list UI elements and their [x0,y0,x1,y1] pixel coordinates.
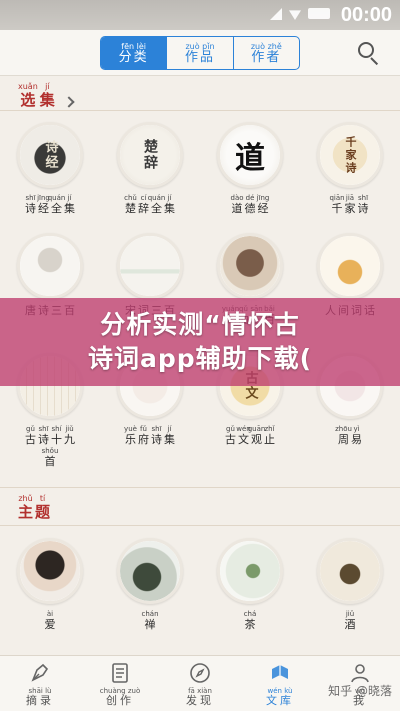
status-bar: 00:00 [0,0,400,30]
nav-label: 创作 [106,694,134,707]
item-label: gǔ 古 shī 诗 shí 十 jiǔ 九 [25,425,75,446]
nav-tab[interactable]: fā xiàn 发现 [160,656,240,711]
collection-cover: 诗经 [17,122,83,188]
overlay-banner: 分析实测“情怀古 诗词app辅助下载( [0,298,400,386]
overlay-line-1: 分析实测“情怀古 [100,310,300,339]
signal-icon [270,8,282,20]
item-label: yuè 乐 fǔ 府 shī 诗 jí 集 [124,425,175,446]
status-time: 00:00 [340,4,392,26]
topic-item[interactable]: ài 爱 [0,538,100,631]
document-icon [108,661,132,685]
nav-label: 摘录 [26,694,54,707]
battery-icon [308,8,330,19]
item-label: chán 禅 [141,610,159,631]
watermark: 知乎 @晓落 [328,684,392,698]
item-label: chá 茶 [243,610,257,631]
selection-heading[interactable]: xuǎn 选 jí 集 [18,82,75,109]
status-icons [270,8,330,20]
segment-authors[interactable]: zuò zhě 作者 [232,37,299,69]
collection-cover [217,233,283,299]
books-icon [268,661,292,685]
topic-cover [17,538,83,604]
item-label: chǔ 楚 cí 辞 quán 全 jí 集 [124,194,175,215]
topic-cover [217,538,283,604]
compass-icon [188,661,212,685]
collection-cover: 楚辞 [117,122,183,188]
topic-cover [317,538,383,604]
segment-label: 作品 [184,49,215,65]
item-label: gǔ 古 wén 文 guān 观 zhǐ 止 [225,425,275,446]
collection-cover [317,233,383,299]
nav-tab[interactable]: shāi lù 摘录 [0,656,80,711]
segment-works[interactable]: zuò pǐn 作品 [166,37,232,69]
topic-item[interactable]: chá 茶 [200,538,300,631]
collection-cover [17,233,83,299]
segment-label: 作者 [251,49,282,65]
item-label: zhōu 周 yì 易 [335,425,362,446]
cover-title: 诗经 [42,140,58,170]
topic-cover [117,538,183,604]
divider [0,487,400,488]
collection-item[interactable]: 千家诗 qiān 千 jiā 家 shī 诗 [300,122,400,215]
wifi-icon [289,10,301,20]
collection-cover [117,233,183,299]
divider [0,525,400,526]
search-icon[interactable] [356,40,382,66]
segment-category[interactable]: fēn lèi 分类 [101,37,167,69]
nav-tab[interactable]: chuàng zuò 创作 [80,656,160,711]
item-label: jiǔ 酒 [344,610,356,631]
item-label: dào 道 dé 德 jīng 经 [230,194,270,215]
top-header: fēn lèi 分类 zuò pǐn 作品 zuò zhě 作者 [0,30,400,76]
topic-item[interactable]: jiǔ 酒 [300,538,400,631]
collection-item[interactable]: 楚辞 chǔ 楚 cí 辞 quán 全 jí 集 [100,122,200,215]
cover-title: 楚辞 [142,139,158,171]
collection-item[interactable]: 诗经 shī 诗 jīng 经 quán 全 jí 集 [0,122,100,215]
item-label: ài 爱 [44,610,56,631]
pen-icon [28,661,52,685]
chevron-right-icon [63,96,75,108]
nav-label: 发现 [186,694,214,707]
category-segmented-control: fēn lèi 分类 zuò pǐn 作品 zuò zhě 作者 [100,36,300,70]
item-label: shī 诗 jīng 经 quán 全 jí 集 [25,194,75,215]
nav-tab[interactable]: wén kù 文库 [240,656,320,711]
topic-item[interactable]: chán 禅 [100,538,200,631]
collection-item[interactable]: 道 dào 道 dé 德 jīng 经 [200,122,300,215]
overlay-line-2: 诗词app辅助下载( [87,344,313,373]
segment-label: 分类 [118,49,149,65]
cover-title: 千家诗 [344,135,357,175]
nav-label: 文库 [266,694,294,707]
item-label-extra: shǒu 首 [41,447,59,468]
topics-heading: zhǔ 主 tí 题 [18,494,51,521]
cover-title: 道 [235,141,265,176]
collection-cover: 道 [217,122,283,188]
divider [0,110,400,111]
collection-cover: 千家诗 [317,122,383,188]
item-label: qiān 千 jiā 家 shī 诗 [329,194,369,215]
